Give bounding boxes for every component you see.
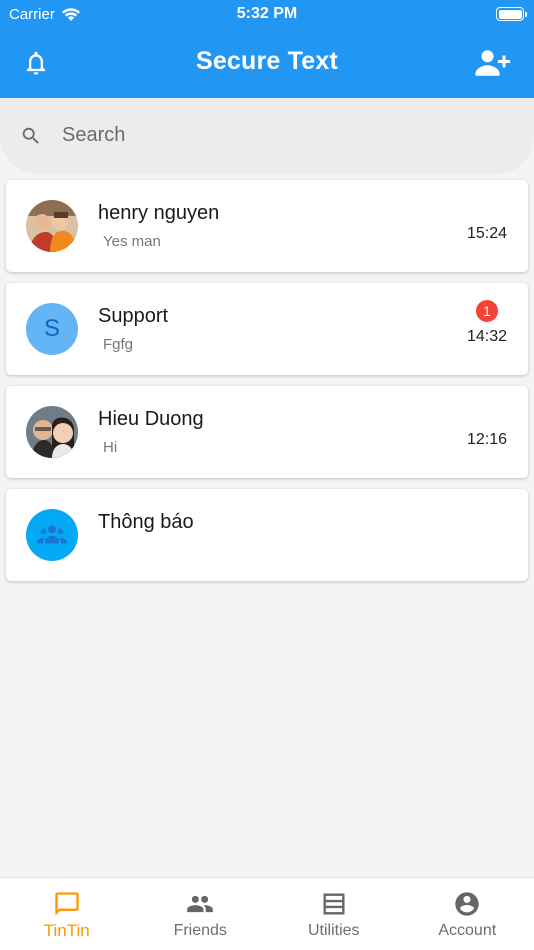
chat-time: 12:16 <box>466 431 507 448</box>
tab-label: TinTin <box>43 921 90 940</box>
tab-label: Utilities <box>307 922 360 939</box>
avatar: S <box>26 303 78 355</box>
tab-label: Friends <box>173 922 227 939</box>
status-bar: Carrier 5:32 PM <box>0 0 534 28</box>
search-bar <box>0 98 534 174</box>
tab-tintin[interactable]: TinTin <box>0 878 134 950</box>
app-screen: Carrier 5:32 PM Secure Text Search henry… <box>0 0 534 950</box>
status-time: 5:32 PM <box>236 5 298 22</box>
header: Carrier 5:32 PM Secure Text <box>0 0 534 98</box>
search-icon <box>22 127 39 144</box>
chat-item-henry-nguyen[interactable]: henry nguyen Yes man 15:24 <box>6 180 528 272</box>
chat-name: henry nguyen <box>98 202 220 224</box>
tab-label: Account <box>438 922 497 939</box>
chat-preview: Fgfg <box>103 336 134 353</box>
chat-time: 14:32 <box>466 328 507 345</box>
chat-item-thong-bao[interactable]: Thông báo <box>6 489 528 581</box>
account-circle-icon <box>455 892 479 916</box>
chat-name: Support <box>98 305 169 327</box>
chat-preview: Yes man <box>103 233 161 250</box>
unread-badge: 1 <box>476 300 498 322</box>
avatar <box>26 200 78 252</box>
chat-name: Thông báo <box>98 511 194 533</box>
people-icon <box>187 895 214 913</box>
chat-item-support[interactable]: S Support Fgfg 1 14:32 <box>6 283 528 375</box>
tab-friends[interactable]: Friends <box>134 878 268 950</box>
chat-preview: Hi <box>103 439 118 456</box>
battery-icon <box>496 7 527 21</box>
avatar <box>26 406 78 458</box>
chat-name: Hieu Duong <box>98 408 204 430</box>
chat-item-hieu-duong[interactable]: Hieu Duong Hi 12:16 <box>6 386 528 478</box>
bottom-nav: TinTin Friends Utilities Account <box>0 877 534 950</box>
avatar <box>26 509 78 561</box>
search-input[interactable] <box>62 120 502 150</box>
tab-account[interactable]: Account <box>401 878 534 950</box>
chat-time: 15:24 <box>466 225 507 242</box>
add-friend-button[interactable] <box>474 48 510 78</box>
list-icon <box>323 893 345 915</box>
tab-utilities[interactable]: Utilities <box>267 878 401 950</box>
group-icon <box>37 525 67 544</box>
chat-icon <box>55 892 79 916</box>
add-user-icon <box>475 50 510 76</box>
page-title: Secure Text <box>195 47 339 75</box>
